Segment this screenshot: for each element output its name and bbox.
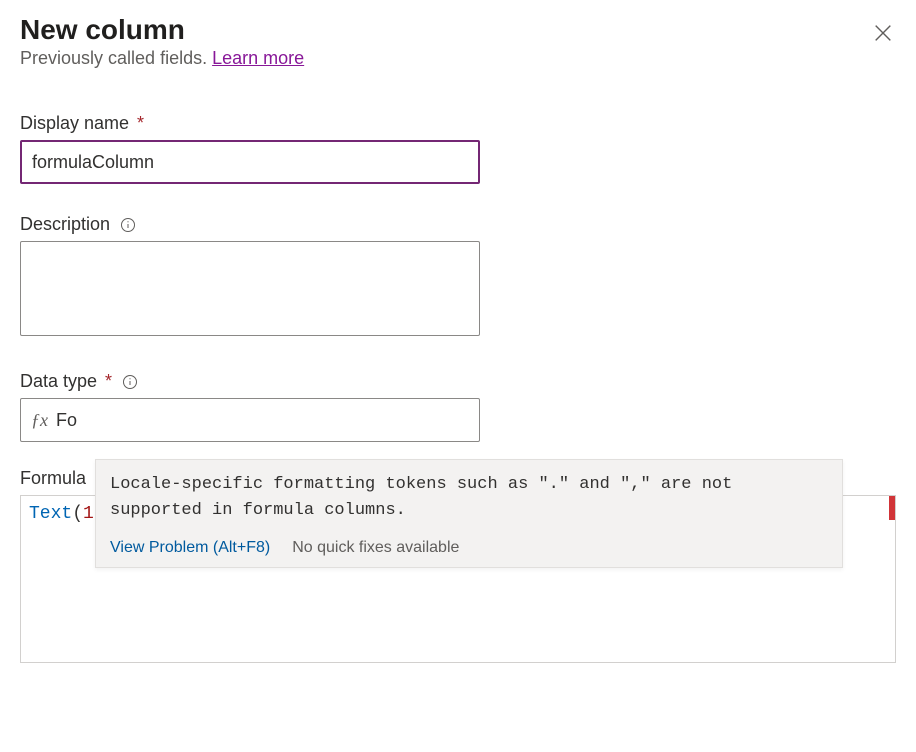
- formula-token-number: 1: [83, 504, 94, 524]
- data-type-value: Fo: [56, 410, 77, 431]
- formula-label-text: Formula: [20, 468, 86, 489]
- fx-icon: ƒx: [31, 410, 48, 431]
- description-label: Description: [20, 214, 896, 235]
- display-name-input[interactable]: [20, 140, 480, 184]
- data-type-field: Data type * ƒx Fo: [20, 371, 896, 442]
- description-field: Description: [20, 214, 896, 341]
- data-type-label: Data type *: [20, 371, 896, 392]
- problem-tooltip: Locale-specific formatting tokens such a…: [95, 459, 843, 568]
- required-indicator: *: [137, 113, 144, 134]
- description-input[interactable]: [20, 241, 480, 336]
- display-name-label: Display name *: [20, 113, 896, 134]
- no-fixes-text: No quick fixes available: [292, 539, 459, 557]
- formula-token-paren: (: [72, 504, 83, 524]
- tooltip-message: Locale-specific formatting tokens such a…: [110, 472, 828, 525]
- error-marker: [889, 496, 895, 520]
- display-name-field: Display name *: [20, 113, 896, 184]
- view-problem-link[interactable]: View Problem (Alt+F8): [110, 539, 270, 557]
- panel-title: New column: [20, 14, 896, 46]
- learn-more-link[interactable]: Learn more: [212, 48, 304, 68]
- formula-token-function: Text: [29, 504, 72, 524]
- subtitle-text: Previously called fields.: [20, 48, 212, 68]
- panel-subtitle: Previously called fields. Learn more: [20, 48, 896, 69]
- data-type-select[interactable]: ƒx Fo: [20, 398, 480, 442]
- description-label-text: Description: [20, 214, 110, 235]
- required-indicator: *: [105, 371, 112, 392]
- display-name-label-text: Display name: [20, 113, 129, 134]
- data-type-label-text: Data type: [20, 371, 97, 392]
- close-button[interactable]: [872, 22, 894, 44]
- info-icon[interactable]: [122, 374, 138, 390]
- info-icon[interactable]: [120, 217, 136, 233]
